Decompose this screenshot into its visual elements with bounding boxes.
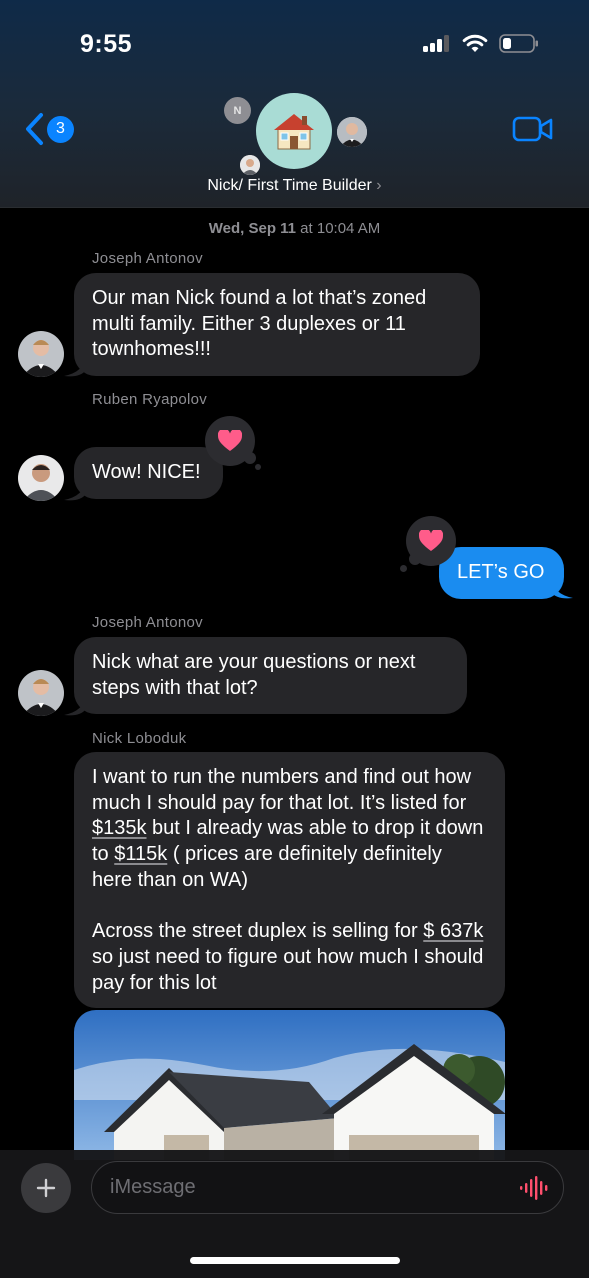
plus-button[interactable] [21,1163,71,1213]
cellular-signal-icon [423,34,451,52]
avatar[interactable] [18,670,64,716]
conversation-header: 9:55 3 N Nick/ First Time Builder › [0,0,589,208]
group-name-label: Nick/ First Time Builder [207,177,372,194]
incoming-message-bubble[interactable]: Wow! NICE! [74,447,223,499]
avatar[interactable] [18,331,64,377]
incoming-message-bubble[interactable]: I want to run the numbers and find out h… [74,752,505,1008]
heart-icon [218,430,242,451]
back-button[interactable]: 3 [22,110,82,148]
member-avatar-initial: N [224,97,251,124]
tapback-dot [255,464,261,470]
status-time: 9:55 [80,30,133,58]
photo-attachment[interactable] [74,1010,505,1160]
sender-name: Joseph Antonov [92,614,203,631]
audio-waveform-icon[interactable] [519,1176,549,1200]
unread-count-badge: 3 [47,115,74,143]
video-camera-icon[interactable] [512,115,554,143]
heart-icon [419,530,443,551]
price-link[interactable]: $ 637k [423,920,483,942]
group-avatar[interactable] [256,93,332,169]
wifi-icon [462,34,488,52]
message-field[interactable] [91,1161,564,1214]
incoming-message-bubble[interactable]: Nick what are your questions or next ste… [74,637,467,714]
house-photo [74,1010,505,1160]
member-avatar [240,155,260,175]
heart-tapback[interactable] [406,516,456,566]
message-input[interactable] [110,1162,500,1212]
battery-icon [499,34,538,53]
outgoing-message-bubble[interactable]: LET’s GO [439,547,564,599]
plus-icon [36,1178,56,1198]
home-indicator[interactable] [190,1257,400,1264]
sender-name: Nick Loboduk [92,730,187,747]
avatar[interactable] [18,455,64,501]
house-icon [274,114,314,150]
compose-bar [0,1150,589,1278]
chevron-left-icon [26,113,43,145]
heart-tapback[interactable] [205,416,255,466]
price-link[interactable]: $115k [114,843,167,865]
tapback-dot [400,565,407,572]
price-link[interactable]: $135k [92,817,147,839]
sender-name: Ruben Ryapolov [92,391,208,408]
member-avatar [337,117,367,147]
chevron-right-icon: › [376,177,382,194]
sender-name: Joseph Antonov [92,250,203,267]
incoming-message-bubble[interactable]: Our man Nick found a lot that’s zoned mu… [74,273,480,376]
message-timestamp: Wed, Sep 11 at 10:04 AM [208,220,381,237]
group-title[interactable]: Nick/ First Time Builder › [0,177,589,195]
